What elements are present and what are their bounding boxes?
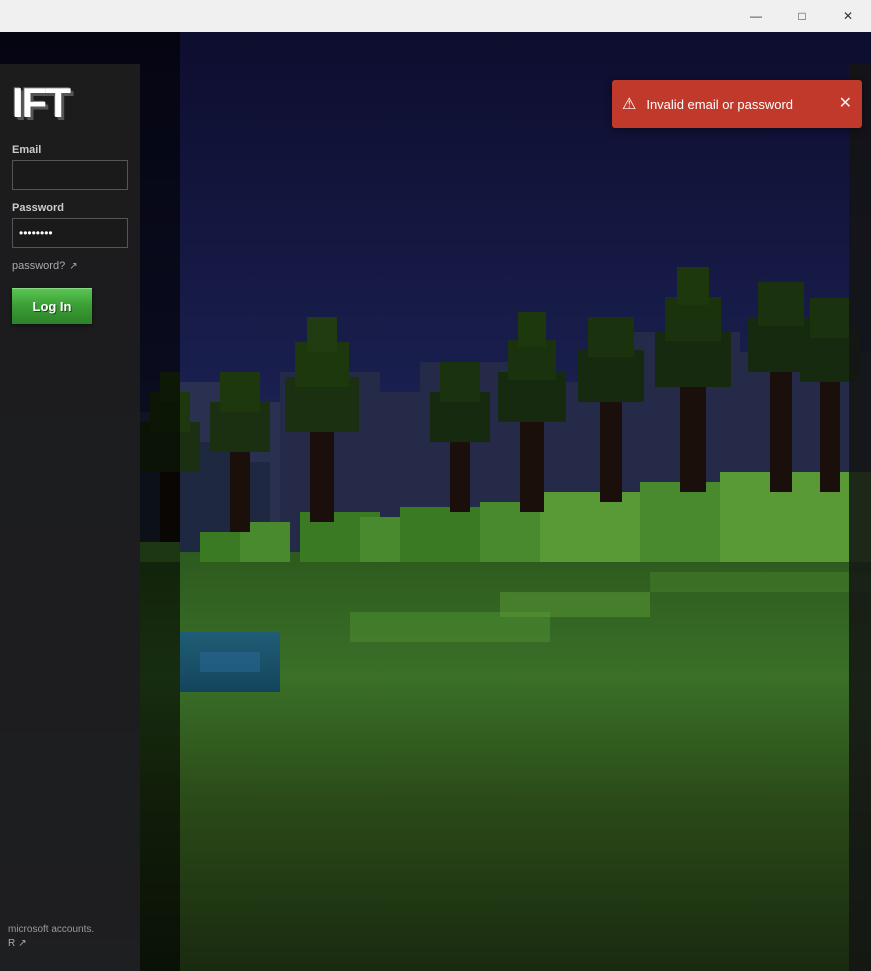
titlebar-controls: — □ ✕: [733, 0, 871, 32]
close-button[interactable]: ✕: [825, 0, 871, 32]
warning-icon: ⚠: [622, 94, 636, 114]
logo-text: IFT: [12, 82, 69, 124]
forgot-password-link[interactable]: password? ↗: [12, 260, 78, 272]
login-button[interactable]: Log In: [12, 288, 92, 324]
notice-external-icon: ↗: [18, 937, 26, 951]
email-group: Email: [12, 144, 128, 190]
error-close-button[interactable]: ✕: [839, 96, 852, 112]
password-group: Password: [12, 202, 128, 248]
notice-text: microsoft accounts.: [8, 924, 94, 935]
minecraft-logo: IFT: [12, 82, 69, 124]
email-label: Email: [12, 144, 128, 156]
login-panel: IFT Email Password password? ↗ Log In mi…: [0, 64, 140, 971]
notice-link[interactable]: R ↗: [8, 937, 138, 951]
error-notification: ⚠ Invalid email or password ✕: [612, 80, 862, 128]
notice-link-text: R: [8, 937, 15, 951]
bottom-notice: microsoft accounts. R ↗: [8, 923, 138, 951]
password-label: Password: [12, 202, 128, 214]
password-input[interactable]: [12, 218, 128, 248]
titlebar: — □ ✕: [0, 0, 871, 32]
error-message: Invalid email or password: [646, 97, 828, 112]
forgot-password-text: password?: [12, 260, 65, 272]
main-area: IFT Email Password password? ↗ Log In mi…: [0, 32, 871, 971]
minimize-button[interactable]: —: [733, 0, 779, 32]
maximize-button[interactable]: □: [779, 0, 825, 32]
external-link-icon: ↗: [69, 261, 77, 272]
email-input[interactable]: [12, 160, 128, 190]
right-edge-panel: [849, 64, 871, 971]
